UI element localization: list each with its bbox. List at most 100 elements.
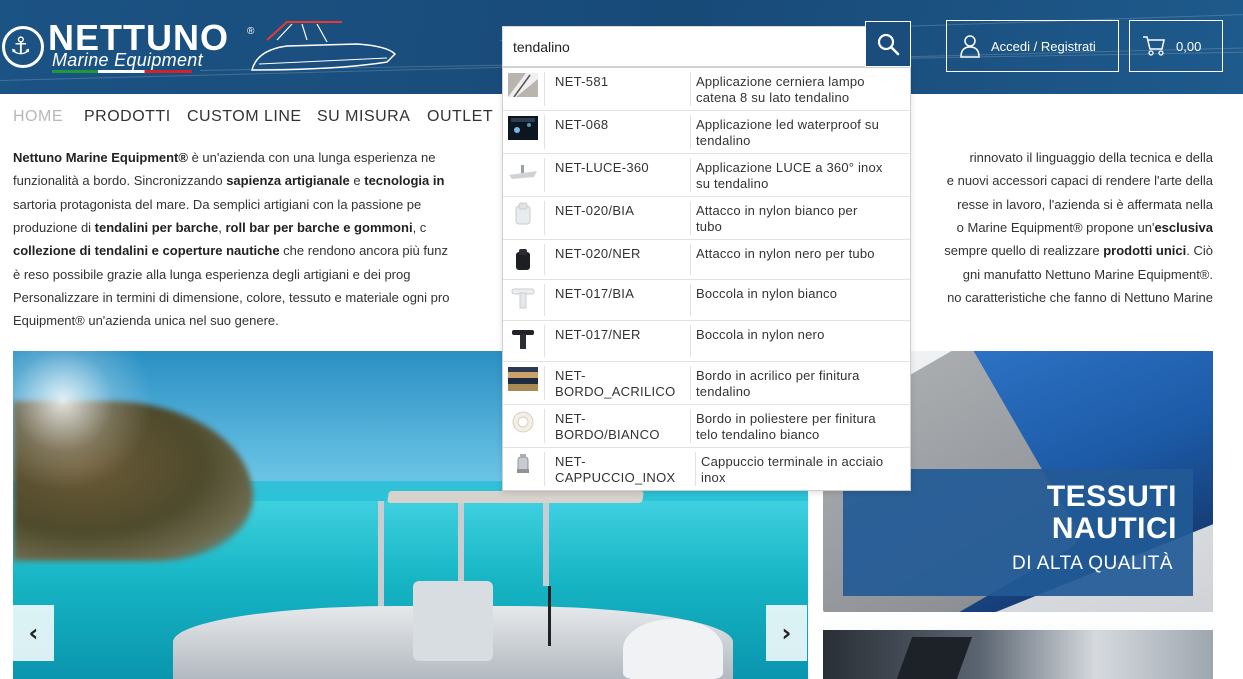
nav-item-outlet[interactable]: OUTLET	[427, 108, 493, 126]
hero-boat-console	[413, 581, 493, 661]
result-description: su tendalino	[696, 176, 769, 191]
result-description: Applicazione LUCE a 360° inox	[696, 160, 883, 175]
secondary-banner[interactable]	[823, 615, 1213, 679]
result-description: inox	[701, 470, 726, 485]
nav-item-su-misura[interactable]: SU MISURA	[317, 108, 410, 126]
search-box	[502, 26, 866, 67]
result-description: Applicazione led waterproof su	[696, 117, 880, 132]
intro-line: Nettuno Marine Equipment® è un'azienda c…	[13, 150, 436, 165]
result-code: NET-	[555, 454, 586, 469]
login-button[interactable]: Accedi / Registrati	[946, 20, 1119, 72]
intro-line: e nuovi accessori capaci di rendere l'ar…	[946, 173, 1213, 189]
nav-item-prodotti[interactable]: PRODOTTI	[84, 108, 171, 126]
column-divider	[690, 366, 691, 400]
column-divider	[544, 409, 545, 443]
cart-total: 0,00	[1176, 38, 1202, 54]
column-divider	[544, 244, 545, 275]
hero-frame-bar	[543, 501, 549, 586]
result-description: Attacco in nylon bianco per	[696, 203, 858, 218]
column-divider	[690, 115, 691, 149]
result-code: NET-LUCE-360	[555, 160, 649, 175]
hero-tendalino	[387, 491, 644, 503]
autocomplete-result[interactable]: NET-017/NER Boccola in nylon nero	[503, 321, 910, 362]
intro-line: produzione di tendalini per barche, roll…	[13, 219, 427, 235]
banner-title-line1: TESSUTI	[1046, 480, 1177, 513]
column-divider	[690, 158, 691, 192]
result-description: Attacco in nylon nero per tubo	[696, 246, 875, 261]
nav-item-custom-line[interactable]: CUSTOM LINE	[187, 108, 302, 126]
column-divider	[690, 72, 691, 106]
result-code: NET-	[555, 368, 586, 383]
autocomplete-result[interactable]: NET- CAPPUCCIO_INOX Cappuccio terminale …	[503, 448, 910, 490]
column-divider	[690, 201, 691, 235]
result-code: BORDO/BIANCO	[555, 427, 660, 442]
autocomplete-result[interactable]: NET- BORDO_ACRILICO Bordo in acrilico pe…	[503, 362, 910, 405]
nav-item-home[interactable]: HOME	[13, 108, 63, 126]
site-logo[interactable]: ⚓ NETTUNO ® Marine Equipment	[2, 20, 402, 80]
result-description: Applicazione cerniera lampo	[696, 74, 865, 89]
logo-tagline: Marine Equipment	[52, 50, 203, 70]
autocomplete-result[interactable]: NET-017/BIA Boccola in nylon bianco	[503, 280, 910, 321]
result-description: catena 8 su lato tendalino	[696, 90, 850, 105]
intro-line: rinnovato il linguaggio della tecnica e …	[969, 150, 1213, 165]
boat-icon	[251, 21, 397, 71]
carousel-next-button[interactable]: ›	[766, 605, 807, 661]
italian-flag-stripe	[52, 70, 192, 73]
result-code: BORDO_ACRILICO	[555, 384, 676, 399]
hero-antenna	[548, 586, 551, 646]
column-divider	[544, 201, 545, 235]
intro-line: o Marine Equipment® propone un'esclusiva	[956, 219, 1213, 235]
intro-line: Personalizzare in termini di dimensione,…	[13, 289, 450, 305]
intro-line: funzionalità a bordo. Sincronizzando sap…	[13, 173, 445, 189]
autocomplete-result[interactable]: NET-020/BIA Attacco in nylon bianco per …	[503, 197, 910, 240]
search-autocomplete-dropdown: NET-581 Applicazione cerniera lampo cate…	[502, 67, 911, 491]
autocomplete-result[interactable]: NET-LUCE-360 Applicazione LUCE a 360° in…	[503, 154, 910, 197]
banner-title-line2: NAUTICI	[1051, 512, 1177, 545]
result-code: CAPPUCCIO_INOX	[555, 470, 676, 485]
product-thumbnail	[511, 288, 535, 309]
result-description: Bordo in acrilico per finitura	[696, 368, 860, 383]
column-divider	[544, 452, 545, 486]
column-divider	[690, 409, 691, 443]
intro-line: resse in lavoro, l'azienda si è affermat…	[957, 196, 1213, 212]
autocomplete-result[interactable]: NET-020/NER Attacco in nylon nero per tu…	[503, 240, 910, 280]
intro-line: collezione di tendalini e coperture naut…	[13, 243, 448, 259]
column-divider	[544, 72, 545, 106]
result-description: tendalino	[696, 133, 751, 148]
intro-line: sempre quello di realizzare prodotti uni…	[944, 243, 1213, 259]
autocomplete-result[interactable]: NET- BORDO/BIANCO Bordo in poliestere pe…	[503, 405, 910, 448]
column-divider	[690, 284, 691, 316]
column-divider	[544, 325, 545, 357]
hero-boat-engine	[623, 619, 723, 679]
product-thumbnail	[516, 249, 530, 270]
product-thumbnail	[508, 159, 538, 183]
autocomplete-result[interactable]: NET-581 Applicazione cerniera lampo cate…	[503, 68, 910, 111]
intro-line: Equipment® un'azienda unica nel suo gene…	[13, 313, 279, 329]
result-code: NET-581	[555, 74, 609, 89]
anchor-icon: ⚓	[10, 32, 32, 60]
product-thumbnail	[512, 330, 534, 349]
intro-line: è reso possibile grazie alla lunga esper…	[13, 266, 411, 282]
search-input[interactable]	[503, 27, 865, 66]
carousel-prev-button[interactable]: ‹	[13, 605, 54, 661]
result-code: NET-020/NER	[555, 246, 641, 261]
cart-button[interactable]: 0,00	[1129, 20, 1223, 72]
search-button[interactable]	[865, 21, 911, 67]
result-description: Boccola in nylon nero	[696, 327, 825, 342]
column-divider	[690, 325, 691, 357]
column-divider	[544, 115, 545, 149]
intro-line: gni manufatto Nettuno Marine Equipment®.	[962, 266, 1213, 282]
hero-frame-bar	[378, 501, 384, 611]
product-thumbnail	[517, 454, 529, 473]
autocomplete-result[interactable]: NET-068 Applicazione led waterproof su t…	[503, 111, 910, 154]
result-description: tubo	[696, 219, 723, 234]
result-code: NET-020/BIA	[555, 203, 635, 218]
banner2-image	[823, 630, 1213, 679]
result-description: Bordo in poliestere per finitura	[696, 411, 876, 426]
intro-line: no caratteristiche che fanno di Nettuno …	[947, 289, 1213, 305]
product-thumbnail	[508, 116, 538, 140]
result-code: NET-068	[555, 117, 609, 132]
product-thumbnail	[508, 367, 538, 391]
result-code: NET-017/BIA	[555, 286, 635, 301]
login-label: Accedi / Registrati	[991, 38, 1096, 54]
